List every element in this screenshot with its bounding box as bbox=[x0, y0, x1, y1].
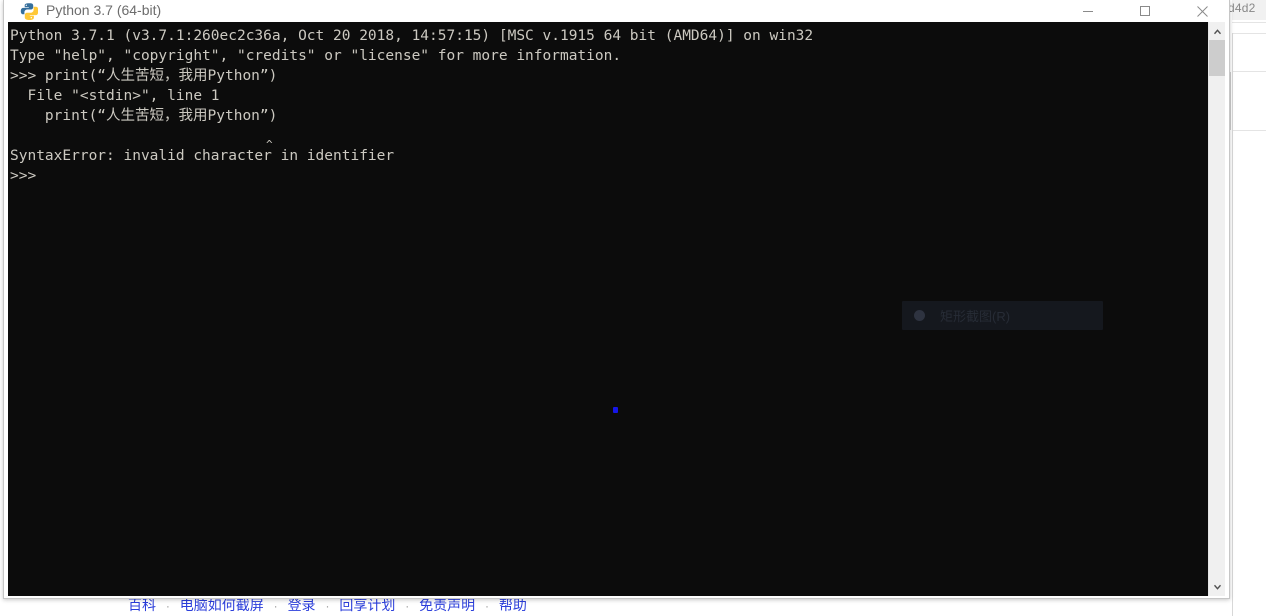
background-partial-text: d4d2 bbox=[1228, 1, 1256, 15]
footer-separator-1: · bbox=[165, 599, 170, 613]
record-dot-icon bbox=[914, 310, 925, 321]
python-logo-icon bbox=[20, 2, 39, 21]
footer-link-disclaimer[interactable]: 免责声明 bbox=[419, 597, 475, 613]
console-output-area[interactable]: Python 3.7.1 (v3.7.1:260ec2c36a, Oct 20 … bbox=[8, 22, 1214, 596]
footer-link-help[interactable]: 帮助 bbox=[499, 597, 527, 613]
scrollbar-thumb[interactable] bbox=[1209, 40, 1225, 76]
window-title-label: Python 3.7 (64-bit) bbox=[46, 2, 162, 18]
footer-link-rewards-plan[interactable]: 回享计划 bbox=[339, 597, 395, 613]
blue-cursor-dot bbox=[613, 407, 618, 413]
footer-separator-3: · bbox=[325, 599, 330, 613]
background-divider-4 bbox=[1232, 130, 1266, 131]
footer-separator-2: · bbox=[273, 599, 278, 613]
footer-separator-4: · bbox=[405, 599, 410, 613]
window-titlebar[interactable]: Python 3.7 (64-bit) bbox=[4, 0, 1229, 23]
snip-tool-popup[interactable]: 矩形截图(R) bbox=[902, 301, 1103, 330]
footer-link-how-to-screenshot[interactable]: 电脑如何截屏 bbox=[180, 597, 264, 613]
background-divider-1 bbox=[1232, 22, 1266, 23]
console-scrollbar[interactable] bbox=[1208, 22, 1225, 596]
snip-rectangular-label: 矩形截图(R) bbox=[940, 309, 1011, 324]
maximize-button[interactable] bbox=[1122, 0, 1168, 22]
background-divider-3 bbox=[1232, 71, 1266, 72]
minimize-button[interactable] bbox=[1065, 0, 1111, 22]
background-panel-edge bbox=[1232, 33, 1233, 616]
python-console-window[interactable]: Python 3.7 (64-bit) Python 3.7.1 (v3.7.1… bbox=[3, 0, 1230, 599]
scroll-up-arrow-icon[interactable] bbox=[1209, 22, 1225, 40]
syntax-error-caret-marker: ^ bbox=[266, 138, 273, 151]
footer-link-login[interactable]: 登录 bbox=[288, 597, 316, 613]
footer-separator-5: · bbox=[485, 599, 490, 613]
background-divider-2 bbox=[1232, 33, 1266, 34]
scroll-down-arrow-icon[interactable] bbox=[1209, 578, 1225, 596]
footer-link-baike[interactable]: 百科 bbox=[128, 597, 156, 613]
scrollbar-track[interactable] bbox=[1209, 76, 1225, 578]
close-button[interactable] bbox=[1179, 0, 1225, 22]
console-text: Python 3.7.1 (v3.7.1:260ec2c36a, Oct 20 … bbox=[10, 28, 814, 184]
